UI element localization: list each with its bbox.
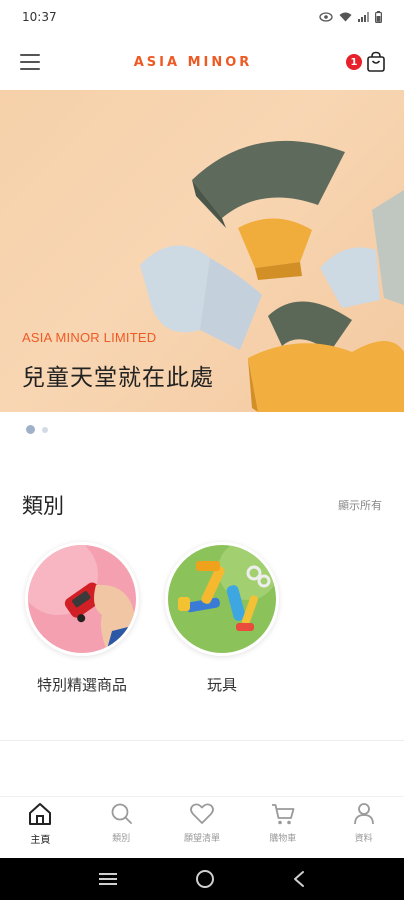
nav-label-profile: 資料 xyxy=(354,834,373,844)
category-item-featured[interactable]: 特別精選商品 xyxy=(22,542,142,695)
section-divider xyxy=(0,740,404,741)
category-label-toys: 玩具 xyxy=(206,676,237,694)
nav-item-wishlist[interactable]: 願望清單 xyxy=(172,801,232,844)
wifi-icon xyxy=(339,12,352,22)
status-bar: 10:37 xyxy=(0,0,404,34)
nav-label-cart: 購物車 xyxy=(269,834,297,844)
bottom-navigation: 主頁 類別 願望清單 購物車 資料 xyxy=(0,796,404,854)
show-all-link[interactable]: 顯示所有 xyxy=(338,497,382,513)
categories-header: 類別 顯示所有 xyxy=(0,490,404,520)
system-navigation-bar xyxy=(0,858,404,900)
signal-icon xyxy=(358,12,369,22)
status-icons xyxy=(319,11,382,23)
hero-banner[interactable]: ASIA MINOR LIMITED 兒童天堂就在此處 xyxy=(0,90,404,412)
status-time: 10:37 xyxy=(22,10,57,24)
nav-item-categories[interactable]: 類別 xyxy=(91,801,151,844)
carousel-indicator xyxy=(26,425,48,434)
back-icon[interactable] xyxy=(292,870,306,888)
shopping-bag-icon xyxy=(367,51,385,72)
nav-item-cart[interactable]: 購物車 xyxy=(253,801,313,844)
app-header: ASIA MINOR 1 xyxy=(0,34,404,90)
category-image-toys xyxy=(165,542,279,656)
nav-label-home: 主頁 xyxy=(30,835,51,846)
header-cart-button[interactable]: 1 xyxy=(346,49,386,75)
brand-logo: ASIA MINOR xyxy=(133,54,253,70)
hero-kicker: ASIA MINOR LIMITED xyxy=(22,330,157,345)
categories-title: 類別 xyxy=(22,494,64,518)
eye-icon xyxy=(319,12,333,22)
home-button-icon[interactable] xyxy=(195,869,215,889)
category-image-featured xyxy=(25,542,139,656)
nav-item-profile[interactable]: 資料 xyxy=(334,801,394,844)
search-icon xyxy=(111,803,133,824)
carousel-dot[interactable] xyxy=(42,426,48,433)
category-item-toys[interactable]: 玩具 xyxy=(162,542,282,695)
battery-icon xyxy=(375,11,382,23)
nav-item-home[interactable]: 主頁 xyxy=(10,801,70,846)
home-icon xyxy=(29,803,52,825)
nav-label-categories: 類別 xyxy=(112,834,131,844)
nav-label-wishlist: 願望清單 xyxy=(183,834,220,844)
menu-icon[interactable] xyxy=(20,54,40,70)
recent-apps-icon[interactable] xyxy=(98,871,118,887)
category-label-featured: 特別精選商品 xyxy=(36,676,127,694)
person-icon xyxy=(353,803,374,825)
carousel-dot-active[interactable] xyxy=(26,425,35,434)
hero-title: 兒童天堂就在此處 xyxy=(22,365,214,391)
heart-icon xyxy=(190,803,214,824)
cart-icon xyxy=(271,804,295,825)
cart-count-badge: 1 xyxy=(346,54,362,70)
app-screen: 10:37 ASIA MINOR 1 ASIA MINOR LIMITED 兒童… xyxy=(0,0,404,900)
